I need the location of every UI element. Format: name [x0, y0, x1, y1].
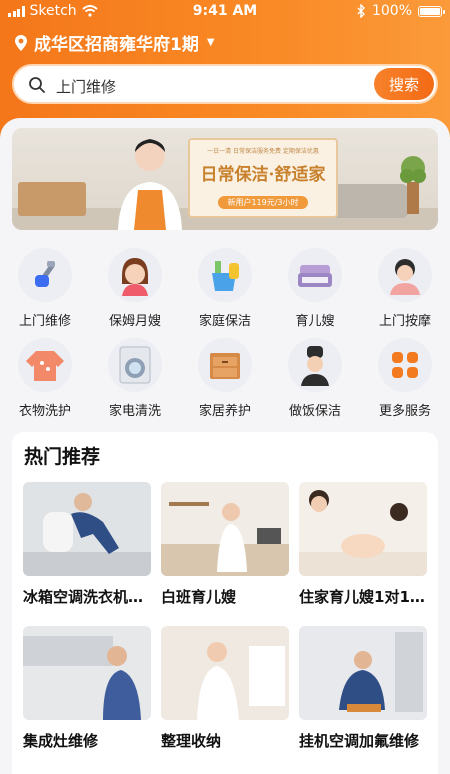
category-label: 做饭保洁 — [288, 404, 341, 419]
category-item-nanny[interactable]: 保姆月嫂 — [90, 248, 180, 329]
banner-board: 一日一清 日常保洁服务免费 定期保洁优惠 日常保洁·舒适家 新用户119元/3小… — [188, 138, 338, 218]
category-label: 家庭保洁 — [198, 314, 251, 329]
service-image — [161, 482, 289, 576]
category-label: 育儿嫂 — [295, 314, 335, 329]
nightstand-icon — [198, 338, 252, 392]
service-card[interactable]: 挂机空调加氟维修 — [299, 626, 427, 751]
banner-cabinet — [18, 182, 86, 216]
service-card[interactable]: 集成灶维修 — [23, 626, 151, 751]
chevron-down-icon: ▼ — [206, 37, 215, 48]
location-pin-icon — [15, 34, 27, 51]
more-grid-icon — [378, 338, 432, 392]
category-item-cooking[interactable]: 做饭保洁 — [270, 338, 360, 419]
service-card[interactable]: 整理收纳 — [161, 626, 289, 751]
category-item-childcare[interactable]: 育儿嫂 — [270, 248, 360, 329]
bluetooth-icon — [357, 4, 365, 18]
service-card[interactable]: 白班育儿嫂 — [161, 482, 289, 607]
search-icon — [29, 77, 45, 93]
battery-icon — [418, 5, 445, 17]
banner-subtitle: 一日一清 日常保洁服务免费 定期保洁优惠 — [207, 148, 319, 155]
sweater-icon — [18, 338, 72, 392]
service-card[interactable]: 住家育儿嫂1对1服务 — [299, 482, 427, 607]
status-bar: Sketch 9:41 AM 100% — [0, 0, 450, 24]
repair-tools-icon — [18, 248, 72, 302]
category-label: 衣物洗护 — [18, 404, 71, 419]
battery-percent: 100% — [371, 3, 412, 19]
location-selector[interactable]: 成华区招商雍华府1期 ▼ — [14, 30, 215, 55]
banner-price-tag: 新用户119元/3小时 — [218, 196, 308, 209]
service-name: 冰箱空调洗衣机维修 — [23, 588, 151, 606]
hot-recommendations: 热门推荐 冰箱空调洗衣机维修 白班育儿嫂 住家育儿嫂1对1服务 集成灶维修 整理… — [12, 432, 438, 774]
category-label: 保姆月嫂 — [108, 314, 161, 329]
massage-icon — [378, 248, 432, 302]
category-item-more[interactable]: 更多服务 — [360, 338, 450, 419]
category-item-laundry[interactable]: 衣物洗护 — [0, 338, 90, 419]
cleaning-bucket-icon — [198, 248, 252, 302]
service-image — [299, 482, 427, 576]
service-name: 白班育儿嫂 — [161, 588, 237, 606]
chef-icon — [288, 338, 342, 392]
nanny-icon — [108, 248, 162, 302]
category-item-cleaning[interactable]: 家庭保洁 — [180, 248, 270, 329]
search-input[interactable]: 上门维修 — [56, 76, 116, 97]
service-name: 集成灶维修 — [23, 732, 99, 750]
location-text: 成华区招商雍华府1期 — [34, 35, 199, 55]
promo-banner[interactable]: 一日一清 日常保洁服务免费 定期保洁优惠 日常保洁·舒适家 新用户119元/3小… — [12, 128, 438, 230]
category-label: 家电清洗 — [108, 404, 161, 419]
service-name: 挂机空调加氟维修 — [299, 732, 420, 750]
search-button[interactable]: 搜索 — [374, 68, 434, 100]
category-item-furniture-care[interactable]: 家居养护 — [180, 338, 270, 419]
section-title: 热门推荐 — [24, 446, 101, 468]
service-image — [161, 626, 289, 720]
washing-machine-icon — [108, 338, 162, 392]
category-label: 更多服务 — [378, 404, 431, 419]
service-card[interactable]: 冰箱空调洗衣机维修 — [23, 482, 151, 607]
category-label: 上门按摩 — [378, 314, 431, 329]
category-item-repair[interactable]: 上门维修 — [0, 248, 90, 329]
cleaner-person-image — [118, 139, 182, 230]
banner-plant-icon — [400, 156, 426, 214]
search-bar[interactable]: 上门维修 搜索 — [12, 64, 438, 104]
service-name: 住家育儿嫂1对1服务 — [299, 588, 427, 606]
category-label: 上门维修 — [18, 314, 71, 329]
service-image — [23, 482, 151, 576]
category-item-appliance-cleaning[interactable]: 家电清洗 — [90, 338, 180, 419]
baby-bed-icon — [288, 248, 342, 302]
service-name: 整理收纳 — [161, 732, 222, 750]
service-image — [299, 626, 427, 720]
category-label: 家居养护 — [198, 404, 251, 419]
banner-title: 日常保洁·舒适家 — [200, 165, 326, 185]
category-item-massage[interactable]: 上门按摩 — [360, 248, 450, 329]
service-image — [23, 626, 151, 720]
